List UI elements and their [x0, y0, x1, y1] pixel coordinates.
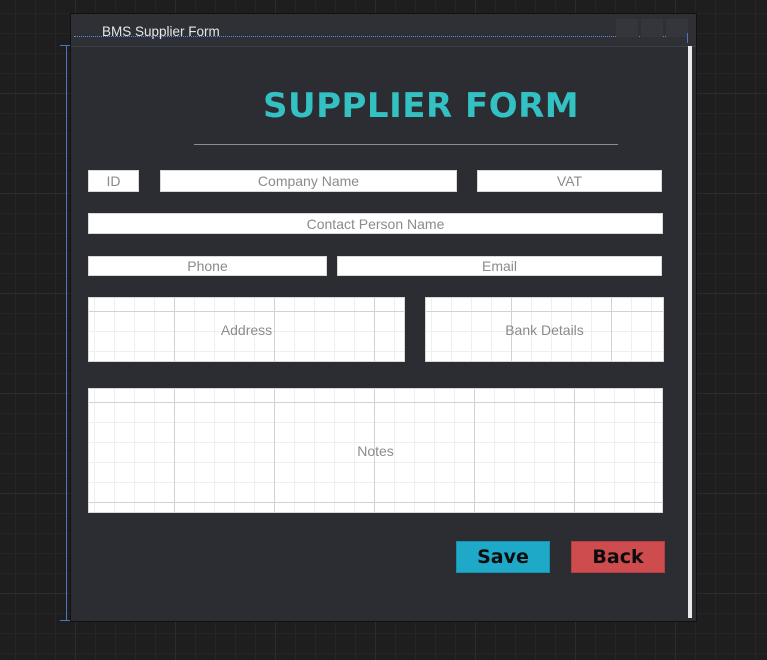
contact-person-name-field[interactable]: Contact Person Name	[88, 213, 663, 234]
company-name-field[interactable]: Company Name	[160, 170, 457, 192]
id-field[interactable]: ID	[88, 170, 139, 192]
designer-guide-line	[687, 33, 688, 43]
minimize-icon[interactable]	[616, 19, 638, 37]
title-bar[interactable]: BMS Supplier Form	[71, 14, 696, 47]
title-divider	[194, 144, 618, 145]
save-button[interactable]: Save	[456, 541, 550, 573]
selection-outline	[74, 36, 688, 37]
vat-field[interactable]: VAT	[477, 170, 662, 192]
notes-textarea[interactable]: Notes	[88, 388, 663, 513]
vertical-scrollbar[interactable]	[688, 46, 692, 618]
close-icon[interactable]	[666, 19, 688, 37]
designer-guide-line	[66, 45, 67, 621]
email-field[interactable]: Email	[337, 256, 662, 276]
bank-details-textarea[interactable]: Bank Details	[425, 297, 664, 362]
maximize-icon[interactable]	[641, 19, 663, 37]
page-title: SUPPLIER FORM	[263, 86, 580, 126]
back-button[interactable]: Back	[571, 541, 665, 573]
address-textarea[interactable]: Address	[88, 297, 405, 362]
phone-field[interactable]: Phone	[88, 256, 327, 276]
